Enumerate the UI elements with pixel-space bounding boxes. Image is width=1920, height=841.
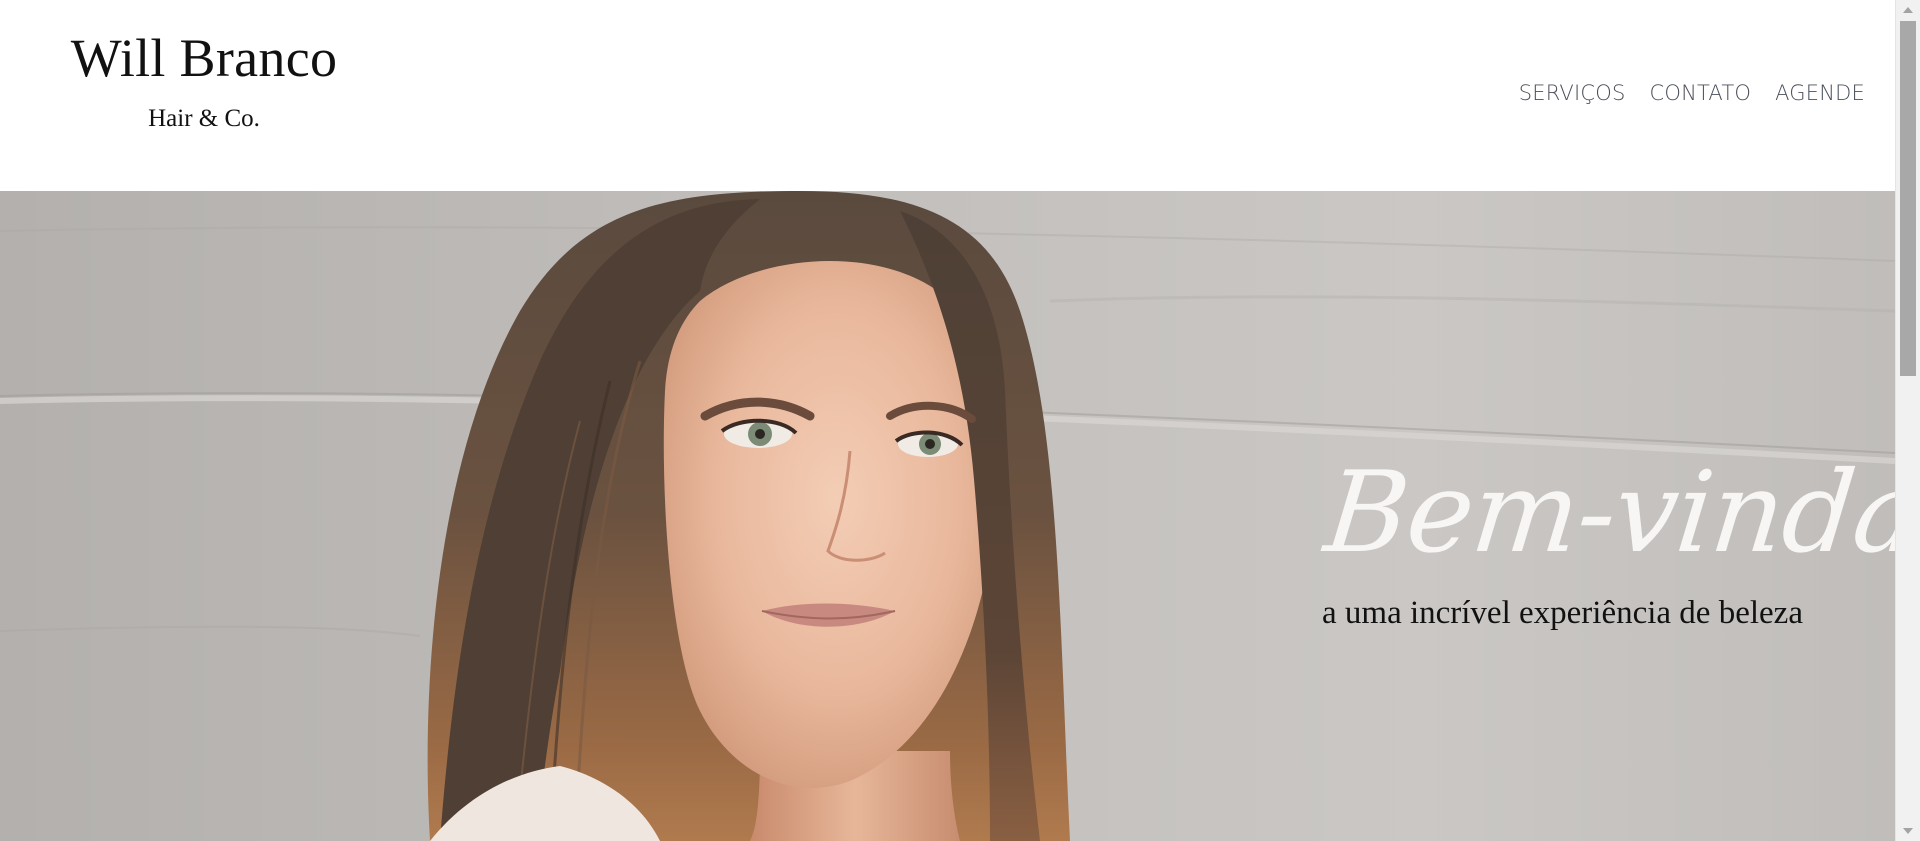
brand-logo-link[interactable]: Will Branco Hair & Co.	[66, 26, 342, 134]
scroll-up-arrow-icon[interactable]	[1896, 0, 1920, 20]
hero-title: Bem-vinda	[1319, 448, 1895, 578]
hero-section: Bem-vinda a uma incrível experiência de …	[0, 191, 1895, 841]
hero-text: Bem-vinda a uma incrível experiência de …	[1319, 448, 1895, 633]
vertical-scrollbar[interactable]	[1895, 0, 1920, 841]
main-nav: SERVIÇOS CONTATO AGENDE	[1519, 78, 1865, 108]
nav-link-servicos[interactable]: SERVIÇOS	[1519, 78, 1626, 108]
brand-tagline: Hair & Co.	[148, 105, 260, 132]
nav-link-agende[interactable]: AGENDE	[1775, 78, 1865, 108]
page: Will Branco Hair & Co. SERVIÇOS CONTATO …	[0, 0, 1895, 841]
hero-subtitle: a uma incrível experiência de beleza	[1322, 595, 1803, 631]
nav-link-contato[interactable]: CONTATO	[1650, 78, 1752, 108]
scroll-down-arrow-icon[interactable]	[1896, 821, 1920, 841]
site-header: Will Branco Hair & Co. SERVIÇOS CONTATO …	[0, 0, 1895, 191]
brand-name: Will Branco	[70, 28, 338, 88]
scrollbar-thumb[interactable]	[1900, 21, 1916, 376]
